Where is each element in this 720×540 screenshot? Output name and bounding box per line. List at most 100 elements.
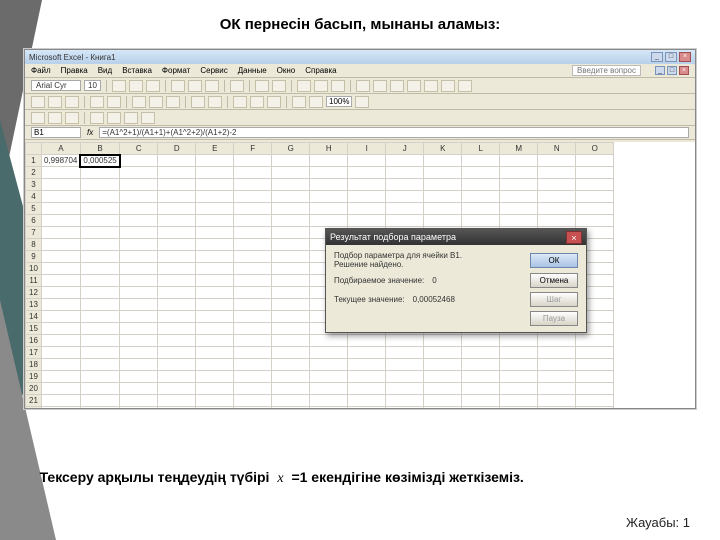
cell[interactable] <box>272 323 310 335</box>
cell[interactable] <box>424 335 462 347</box>
cell[interactable] <box>234 347 272 359</box>
cell[interactable] <box>462 179 500 191</box>
toolbar-button[interactable] <box>124 112 138 124</box>
column-header[interactable]: K <box>424 143 462 155</box>
help-button[interactable] <box>355 96 369 108</box>
cell[interactable] <box>272 191 310 203</box>
toolbar-button[interactable] <box>48 112 62 124</box>
row-header[interactable]: 3 <box>26 179 42 191</box>
cell[interactable] <box>424 155 462 167</box>
cell[interactable] <box>462 395 500 407</box>
cell[interactable] <box>42 251 81 263</box>
toolbar-button[interactable] <box>373 80 387 92</box>
cell[interactable] <box>462 407 500 409</box>
cell[interactable] <box>234 395 272 407</box>
cell[interactable] <box>42 407 81 409</box>
toolbar-button[interactable] <box>107 112 121 124</box>
cell[interactable] <box>158 215 196 227</box>
column-header[interactable]: H <box>310 143 348 155</box>
cell[interactable] <box>424 203 462 215</box>
cell[interactable] <box>196 359 234 371</box>
cell[interactable] <box>538 395 576 407</box>
row-header[interactable]: 19 <box>26 371 42 383</box>
new-button[interactable] <box>31 96 45 108</box>
row-header[interactable]: 10 <box>26 263 42 275</box>
align-right-button[interactable] <box>205 80 219 92</box>
font-name-select[interactable]: Arial Cyr <box>31 80 81 91</box>
cell[interactable] <box>42 239 81 251</box>
font-color-button[interactable] <box>331 80 345 92</box>
cell[interactable] <box>120 251 158 263</box>
cell[interactable] <box>158 263 196 275</box>
cell[interactable] <box>196 215 234 227</box>
column-header[interactable]: M <box>500 143 538 155</box>
cell[interactable] <box>42 347 81 359</box>
cell[interactable] <box>500 359 538 371</box>
cell[interactable] <box>120 239 158 251</box>
cell[interactable] <box>310 167 348 179</box>
cell[interactable] <box>234 287 272 299</box>
cell[interactable] <box>120 287 158 299</box>
cell[interactable] <box>80 179 119 191</box>
cell[interactable] <box>424 191 462 203</box>
cell[interactable] <box>348 215 386 227</box>
row-header[interactable]: 15 <box>26 323 42 335</box>
cell[interactable] <box>348 347 386 359</box>
cell[interactable] <box>158 239 196 251</box>
cell[interactable] <box>348 395 386 407</box>
column-header[interactable]: B <box>80 143 119 155</box>
cell[interactable] <box>196 335 234 347</box>
cell[interactable] <box>80 407 119 409</box>
cell[interactable] <box>462 155 500 167</box>
row-header[interactable]: 17 <box>26 347 42 359</box>
cell[interactable] <box>348 371 386 383</box>
cell[interactable] <box>158 371 196 383</box>
cell[interactable] <box>158 347 196 359</box>
cell[interactable] <box>196 167 234 179</box>
column-header[interactable]: C <box>120 143 158 155</box>
cell[interactable] <box>42 287 81 299</box>
close-button[interactable]: × <box>679 52 691 62</box>
cell[interactable] <box>538 203 576 215</box>
cell[interactable] <box>576 359 614 371</box>
cell[interactable] <box>158 395 196 407</box>
cell[interactable] <box>272 239 310 251</box>
cell[interactable] <box>234 179 272 191</box>
cell[interactable] <box>120 179 158 191</box>
cell[interactable] <box>234 227 272 239</box>
cell[interactable] <box>576 191 614 203</box>
cell[interactable] <box>538 215 576 227</box>
cell[interactable] <box>120 407 158 409</box>
cell[interactable] <box>462 191 500 203</box>
cell[interactable] <box>462 347 500 359</box>
cell[interactable] <box>42 323 81 335</box>
cell[interactable] <box>538 335 576 347</box>
cell[interactable] <box>386 203 424 215</box>
cell[interactable] <box>272 371 310 383</box>
cell[interactable] <box>120 335 158 347</box>
cell[interactable] <box>310 335 348 347</box>
autosum-button[interactable] <box>233 96 247 108</box>
cell[interactable] <box>234 251 272 263</box>
menu-data[interactable]: Данные <box>238 66 267 75</box>
chart-button[interactable] <box>292 96 306 108</box>
cell[interactable] <box>272 299 310 311</box>
cell[interactable]: 0,998704 <box>42 155 81 167</box>
sort-asc-button[interactable] <box>250 96 264 108</box>
cell[interactable] <box>272 335 310 347</box>
row-header[interactable]: 1 <box>26 155 42 167</box>
cell[interactable] <box>576 179 614 191</box>
cell[interactable] <box>348 179 386 191</box>
cell[interactable] <box>120 311 158 323</box>
row-header[interactable]: 13 <box>26 299 42 311</box>
row-header[interactable]: 6 <box>26 215 42 227</box>
cell[interactable] <box>310 347 348 359</box>
cell[interactable] <box>80 383 119 395</box>
column-header[interactable]: N <box>538 143 576 155</box>
cell[interactable] <box>272 251 310 263</box>
cell[interactable] <box>310 203 348 215</box>
row-header[interactable]: 18 <box>26 359 42 371</box>
cell[interactable] <box>576 215 614 227</box>
row-header[interactable]: 5 <box>26 203 42 215</box>
column-header[interactable]: G <box>272 143 310 155</box>
